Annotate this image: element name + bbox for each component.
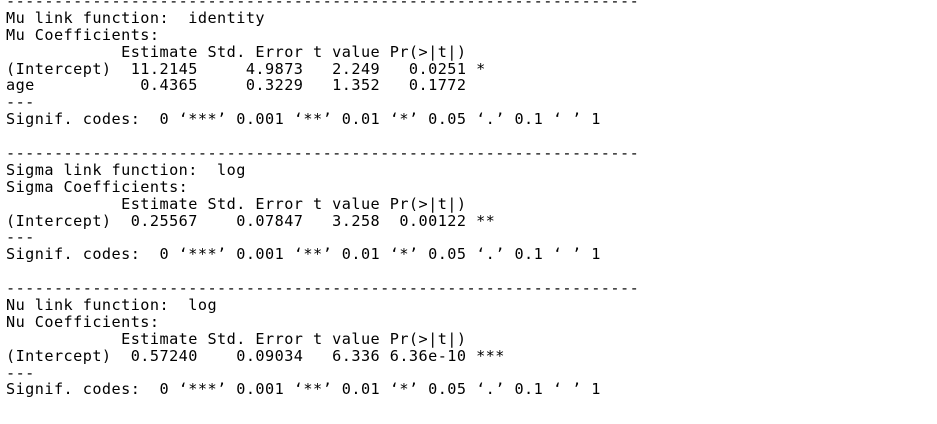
sigma-link-function: Sigma link function: log: [6, 160, 246, 179]
nu-dashes: ---: [6, 363, 35, 382]
mu-dashes: ---: [6, 93, 35, 112]
nu-coefficients-heading: Nu Coefficients:: [6, 312, 160, 331]
sigma-signif-codes: Signif. codes: 0 ‘***’ 0.001 ‘**’ 0.01 ‘…: [6, 245, 601, 264]
mu-link-function: Mu link function: identity: [6, 8, 266, 27]
nu-table-row-intercept: (Intercept) 0.57240 0.09034 6.336 6.36e-…: [6, 346, 505, 365]
sigma-dashes: ---: [6, 228, 35, 247]
nu-link-function: Nu link function: log: [6, 296, 227, 315]
separator-line: ----------------------------------------…: [6, 144, 640, 163]
mu-coefficients-heading: Mu Coefficients:: [6, 25, 160, 44]
mu-table-row-intercept: (Intercept) 11.2145 4.9873 2.249 0.0251 …: [6, 59, 486, 78]
mu-signif-codes: Signif. codes: 0 ‘***’ 0.001 ‘**’ 0.01 ‘…: [6, 110, 601, 129]
r-console-output: ----------------------------------------…: [6, 0, 639, 398]
sigma-coefficients-heading: Sigma Coefficients:: [6, 177, 189, 196]
separator-line: ----------------------------------------…: [6, 279, 640, 298]
sigma-table-row-intercept: (Intercept) 0.25567 0.07847 3.258 0.0012…: [6, 211, 496, 230]
nu-signif-codes: Signif. codes: 0 ‘***’ 0.001 ‘**’ 0.01 ‘…: [6, 380, 601, 399]
mu-table-header: Estimate Std. Error t value Pr(>|t|): [6, 42, 486, 61]
nu-table-header: Estimate Std. Error t value Pr(>|t|): [6, 329, 505, 348]
mu-table-row-age: age 0.4365 0.3229 1.352 0.1772: [6, 76, 486, 95]
sigma-table-header: Estimate Std. Error t value Pr(>|t|): [6, 194, 496, 213]
